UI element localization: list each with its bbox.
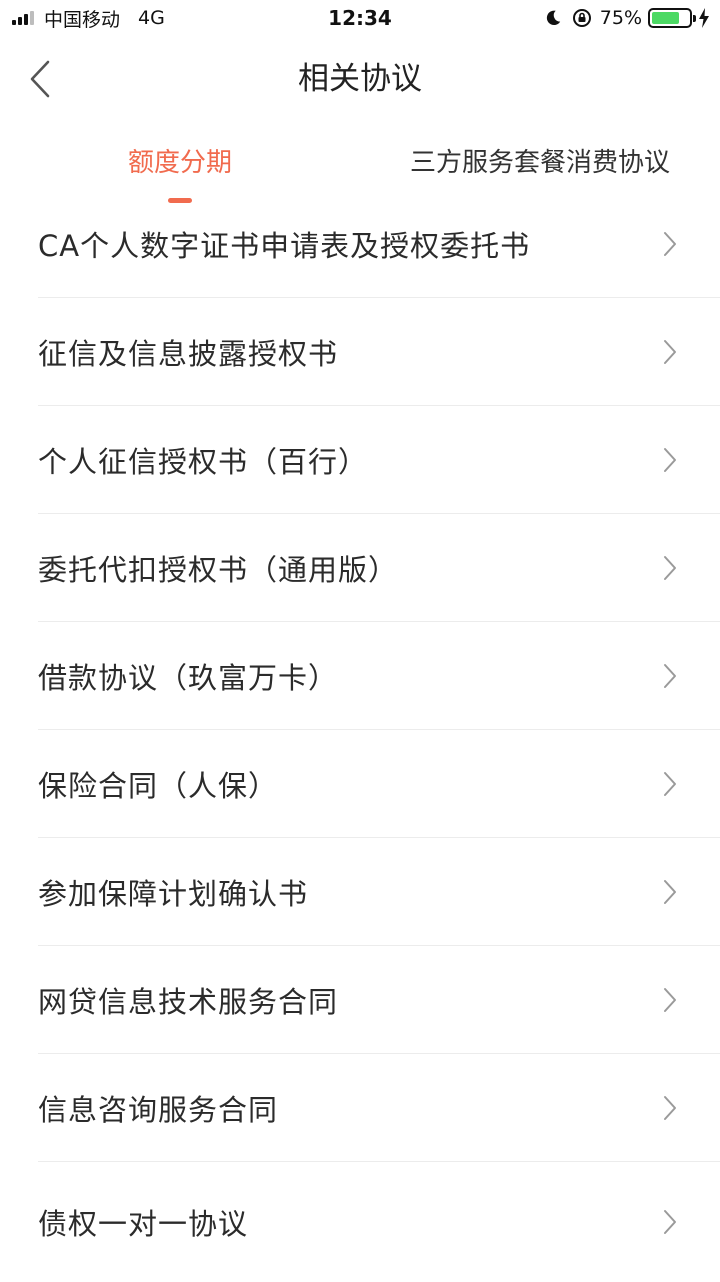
status-right: 75% [544, 0, 710, 36]
list-item[interactable]: CA个人数字证书申请表及授权委托书 [38, 190, 720, 298]
list-item[interactable]: 信息咨询服务合同 [38, 1054, 720, 1162]
list-item[interactable]: 借款协议（玖富万卡） [38, 622, 720, 730]
chevron-right-icon [664, 231, 676, 256]
agreement-label: CA个人数字证书申请表及授权委托书 [38, 228, 531, 263]
list-item[interactable]: 网贷信息技术服务合同 [38, 946, 720, 1054]
list-item[interactable]: 个人征信授权书（百行） [38, 406, 720, 514]
battery-fill [652, 12, 679, 24]
list-item[interactable]: 保险合同（人保） [38, 730, 720, 838]
chevron-right-icon [664, 339, 676, 364]
chevron-right-icon [664, 663, 676, 688]
chevron-right-icon [664, 555, 676, 580]
battery-icon [648, 8, 696, 28]
agreement-label: 债权一对一协议 [38, 1207, 249, 1241]
agreement-label: 参加保障计划确认书 [38, 876, 309, 911]
nav-bar: 相关协议 [0, 36, 720, 124]
status-bar: 中国移动 4G 12:34 75% [0, 0, 720, 36]
chevron-right-icon [664, 879, 676, 904]
do-not-disturb-moon-icon [546, 10, 560, 26]
page-title: 相关协议 [298, 61, 422, 97]
charging-bolt-icon [699, 8, 709, 28]
agreement-label: 信息咨询服务合同 [38, 1092, 279, 1127]
chevron-right-icon [664, 1210, 676, 1234]
agreement-label: 征信及信息披露授权书 [38, 336, 339, 371]
orientation-lock-icon [572, 9, 591, 27]
list-item[interactable]: 委托代扣授权书（通用版） [38, 514, 720, 622]
agreement-label: 委托代扣授权书（通用版） [38, 552, 399, 587]
agreement-label: 个人征信授权书（百行） [38, 444, 369, 479]
battery-percent: 75% [599, 7, 642, 29]
agreement-label: 网贷信息技术服务合同 [38, 984, 339, 1019]
list-item[interactable]: 征信及信息披露授权书 [38, 298, 720, 406]
chevron-right-icon [664, 771, 676, 796]
agreement-label: 借款协议（玖富万卡） [38, 660, 339, 695]
chevron-right-icon [664, 987, 676, 1012]
list-item[interactable]: 参加保障计划确认书 [38, 838, 720, 946]
agreement-list: CA个人数字证书申请表及授权委托书 征信及信息披露授权书 个人征信授权书（百行）… [0, 190, 720, 1282]
agreement-label: 保险合同（人保） [38, 768, 279, 803]
chevron-right-icon [664, 1095, 676, 1120]
list-item[interactable]: 债权一对一协议 [38, 1162, 720, 1282]
chevron-right-icon [664, 447, 676, 472]
